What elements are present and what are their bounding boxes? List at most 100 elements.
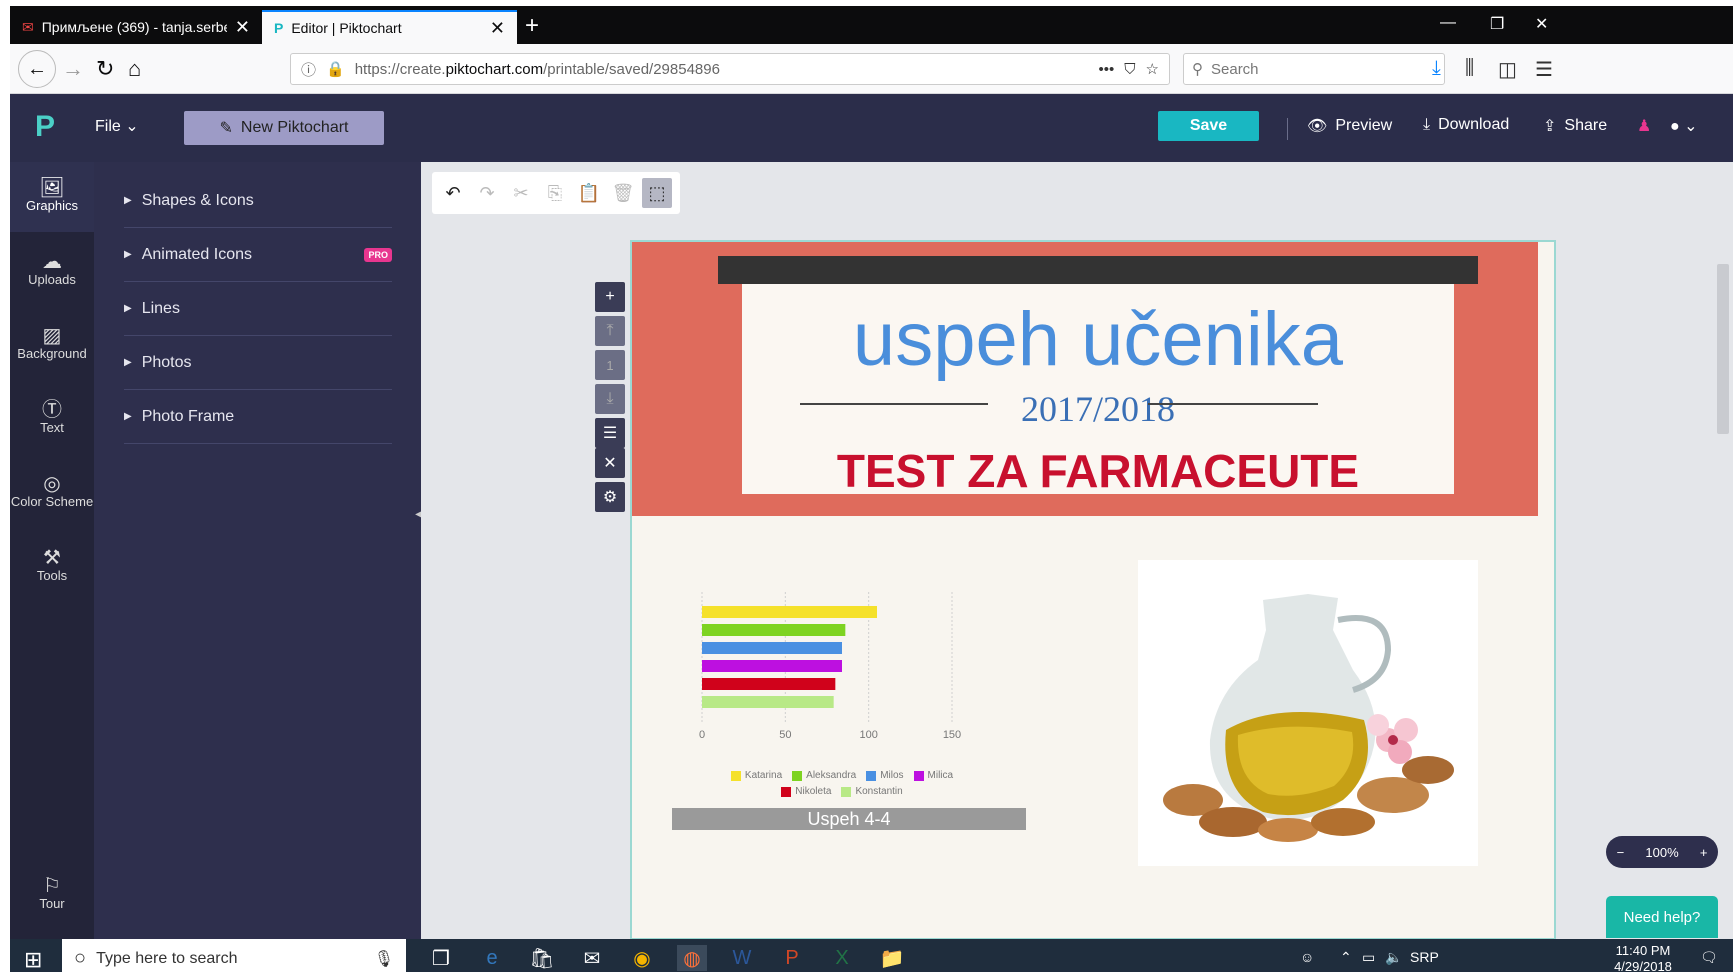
restore-icon[interactable]: ❐ (1490, 14, 1504, 34)
oil-jug-photo[interactable] (1138, 560, 1478, 866)
select-icon[interactable]: ⬚ (642, 178, 672, 208)
home-icon[interactable]: ⌂ (128, 56, 141, 82)
zoom-out-button[interactable]: − (1617, 845, 1625, 860)
browser-search-input[interactable]: ⚲ Search (1183, 53, 1445, 85)
rail-uploads[interactable]: ☁ Uploads (10, 236, 94, 306)
redo-icon[interactable]: ↷ (472, 178, 502, 208)
volume-icon[interactable]: 🔈 (1385, 949, 1402, 966)
microphone-icon[interactable]: 🎙 (374, 949, 394, 969)
task-view-icon[interactable]: ❐ (426, 945, 456, 971)
legend-item: Katarina (730, 770, 782, 781)
tab-close-icon[interactable]: ✕ (235, 17, 250, 38)
taskbar-search-placeholder: Type here to search (96, 949, 238, 967)
rail-graphics[interactable]: 🖼 Graphics (10, 162, 94, 232)
year-text[interactable]: 2017/2018 (742, 388, 1454, 430)
downloads-icon[interactable]: ⤓ (1432, 57, 1441, 80)
battery-icon[interactable]: ▭ (1362, 949, 1375, 966)
powerpoint-icon[interactable]: P (777, 945, 807, 971)
infographic-subtitle[interactable]: TEST ZA FARMACEUTE (742, 444, 1454, 498)
mail-icon[interactable]: ✉ (577, 945, 607, 971)
pencil-icon: ✎ (219, 120, 233, 137)
block-settings-icon[interactable]: ⚙ (595, 482, 625, 512)
taskbar-search[interactable]: ○ Type here to search 🎙 (62, 939, 406, 972)
store-icon[interactable]: 🛍 (527, 945, 557, 971)
sidebar-icon[interactable]: ◫ (1498, 57, 1517, 82)
zoom-in-button[interactable]: + (1700, 845, 1708, 860)
tab-close-icon[interactable]: ✕ (490, 18, 505, 39)
rail-tour[interactable]: ⚐ Tour (10, 860, 94, 930)
reload-icon[interactable]: ↻ (96, 56, 114, 82)
undo-icon[interactable]: ↶ (438, 178, 468, 208)
back-icon[interactable]: ← (18, 50, 56, 88)
firefox-icon[interactable]: ◍ (677, 945, 707, 971)
need-help-button[interactable]: Need help? (1606, 896, 1718, 938)
copy-icon[interactable]: ⎘ (540, 178, 570, 208)
rail-text[interactable]: Ⓣ Text (10, 384, 94, 454)
file-explorer-icon[interactable]: 📁 (877, 945, 907, 971)
infographic-canvas[interactable]: uspeh učenika 2017/2018 TEST ZA FARMACEU… (630, 240, 1556, 940)
chart-caption[interactable]: Uspeh 4-4 (672, 808, 1026, 830)
chrome-icon[interactable]: ◉ (627, 945, 657, 971)
excel-icon[interactable]: X (827, 945, 857, 971)
scroll-thumb[interactable] (1717, 264, 1729, 434)
library-icon[interactable]: ⫼ (1465, 57, 1474, 80)
bar-milos (702, 642, 842, 654)
trash-icon[interactable]: 🗑 (608, 178, 638, 208)
move-up-icon[interactable]: ⤒ (595, 316, 625, 346)
gmail-icon: ✉ (22, 18, 34, 35)
panel-item-animated-icons[interactable]: ▶ Animated Icons PRO (124, 228, 392, 282)
tab-piktochart[interactable]: P Editor | Piktochart ✕ (262, 10, 517, 44)
x-tick-label: 100 (859, 729, 877, 741)
header-divider (1287, 118, 1288, 140)
search-placeholder: Search (1211, 60, 1259, 78)
panel-item-shapes-icons[interactable]: ▶ Shapes & Icons (124, 174, 392, 228)
info-icon[interactable]: ⓘ (301, 59, 316, 80)
panel-item-lines[interactable]: ▶ Lines (124, 282, 392, 336)
file-menu[interactable]: File ⌄ (95, 116, 139, 136)
save-button[interactable]: Save (1158, 111, 1259, 141)
piktochart-logo[interactable]: P (35, 112, 59, 142)
rail-color-scheme[interactable]: ◎ Color Scheme (10, 458, 94, 528)
pocket-icon[interactable]: ⛉ (1124, 61, 1135, 78)
delete-block-icon[interactable]: ✕ (595, 448, 625, 478)
panel-item-photos[interactable]: ▶ Photos (124, 336, 392, 390)
bookmark-star-icon[interactable]: ☆ (1146, 60, 1159, 78)
preview-button[interactable]: 👁 Preview (1307, 116, 1392, 136)
share-button[interactable]: ⇪ Share (1543, 116, 1607, 136)
more-icon[interactable]: ••• (1099, 61, 1115, 78)
infographic-title[interactable]: uspeh učenika (742, 296, 1454, 383)
notification-icon[interactable]: ♟ (1637, 116, 1651, 136)
new-piktochart-button[interactable]: ✎ New Piktochart (184, 111, 384, 145)
download-button[interactable]: ⤓ Download (1423, 116, 1509, 134)
rail-background[interactable]: ▨ Background (10, 310, 94, 380)
legend-swatch (730, 770, 741, 781)
people-icon[interactable]: ☺ (1300, 949, 1314, 965)
clock[interactable]: 11:40 PM 4/29/2018 (1608, 943, 1678, 972)
language-indicator[interactable]: SRP (1410, 949, 1439, 965)
panel-item-photo-frame[interactable]: ▶ Photo Frame (124, 390, 392, 444)
forward-icon[interactable]: → (62, 56, 84, 82)
tab-gmail[interactable]: ✉ Примљене (369) - tanja.serbez ✕ (10, 10, 262, 44)
menu-icon[interactable]: ☰ (1535, 57, 1553, 82)
text-icon: Ⓣ (42, 399, 62, 421)
cut-icon[interactable]: ✂ (506, 178, 536, 208)
legend-swatch (792, 770, 803, 781)
add-block-icon[interactable]: + (595, 282, 625, 312)
search-icon: ⚲ (1192, 61, 1203, 78)
show-hidden-icons[interactable]: ⌃ (1340, 949, 1352, 966)
word-icon[interactable]: W (727, 945, 757, 971)
paste-icon[interactable]: 📋 (574, 178, 604, 208)
rail-tools[interactable]: ⚒ Tools (10, 532, 94, 602)
vertical-scrollbar[interactable] (1713, 234, 1733, 939)
new-tab-icon[interactable]: + (525, 12, 539, 40)
move-down-icon[interactable]: ⤓ (595, 384, 625, 414)
minimize-icon[interactable]: — (1440, 14, 1456, 32)
edge-icon[interactable]: e (477, 945, 507, 971)
window-close-icon[interactable]: ✕ (1535, 14, 1548, 34)
url-bar[interactable]: ⓘ 🔒 https://create.piktochart.com/printa… (290, 53, 1170, 85)
page-number: 1 (595, 350, 625, 380)
user-menu-icon[interactable]: ● ⌄ (1670, 116, 1698, 136)
notifications-icon[interactable]: 🗨 (1700, 949, 1718, 966)
windows-start-icon[interactable]: ⊞ (24, 947, 42, 972)
duplicate-block-icon[interactable]: ☰ (595, 418, 625, 448)
